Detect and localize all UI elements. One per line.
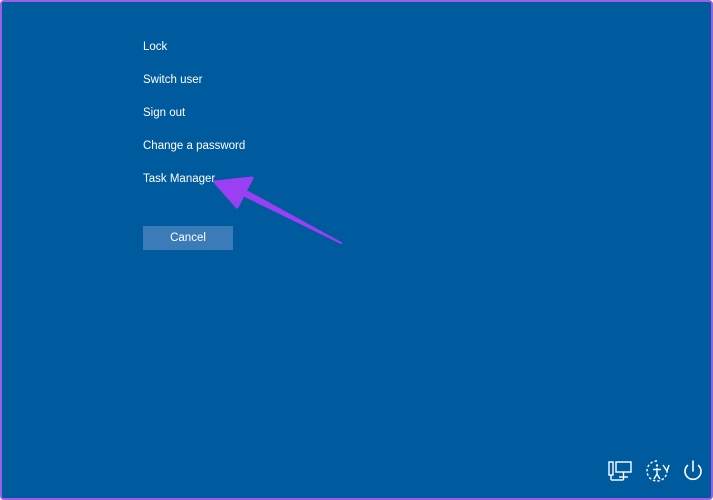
ctrl-alt-del-screen: Lock Switch user Sign out Change a passw…: [0, 0, 713, 500]
network-icon[interactable]: [606, 457, 634, 485]
security-options-menu: Lock Switch user Sign out Change a passw…: [143, 39, 245, 204]
menu-item-switch-user[interactable]: Switch user: [143, 72, 245, 105]
cancel-button[interactable]: Cancel: [143, 226, 233, 250]
menu-item-sign-out[interactable]: Sign out: [143, 105, 245, 138]
menu-item-change-password[interactable]: Change a password: [143, 138, 245, 171]
power-icon[interactable]: [679, 457, 707, 485]
annotation-arrow: [213, 176, 342, 244]
menu-item-task-manager[interactable]: Task Manager: [143, 171, 245, 204]
accessibility-icon[interactable]: [643, 457, 671, 485]
menu-item-lock[interactable]: Lock: [143, 39, 245, 72]
